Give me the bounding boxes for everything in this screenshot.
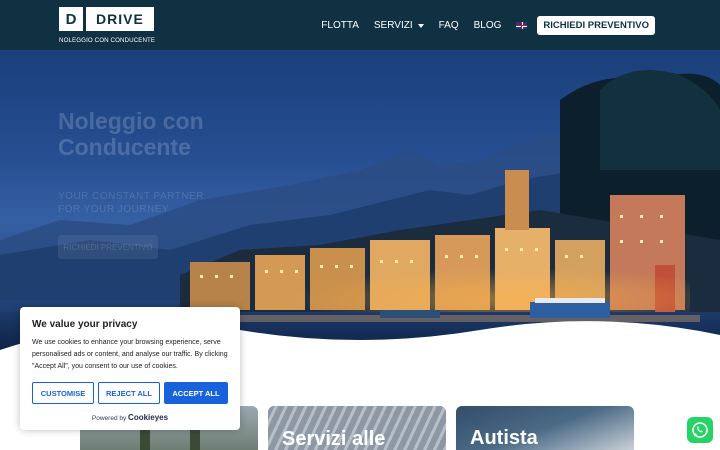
uk-flag-icon[interactable]	[516, 22, 528, 29]
customise-button[interactable]: CUSTOMISE	[32, 382, 94, 404]
cookieyes-logo: Cookieyes	[128, 413, 169, 422]
service-card-3-title: Autista	[470, 427, 538, 449]
reject-all-button[interactable]: REJECT ALL	[98, 382, 160, 404]
main-nav: FLOTTA SERVIZI FAQ BLOG RICHIEDI PREVENT…	[306, 16, 655, 35]
whatsapp-button[interactable]	[687, 417, 713, 443]
cookie-description: We use cookies to enhance your browsing …	[32, 339, 228, 370]
nav-item-flotta[interactable]: FLOTTA	[321, 20, 359, 31]
logo-letter: D	[59, 7, 83, 31]
service-card-2-title: Servizi alle	[282, 428, 386, 450]
service-card-3[interactable]: Autista	[456, 406, 634, 450]
nav-item-servizi-label: SERVIZI	[373, 20, 413, 31]
logo[interactable]: D DRIVE NOLEGGIO CON CONDUCENTE	[59, 7, 155, 44]
cookie-powered-by[interactable]: Powered by Cookieyes	[20, 413, 240, 422]
nav-item-faq[interactable]: FAQ	[439, 20, 459, 31]
whatsapp-icon	[692, 422, 708, 438]
nav-item-blog[interactable]: BLOG	[474, 20, 502, 31]
request-quote-button[interactable]: RICHIEDI PREVENTIVO	[537, 16, 655, 35]
logo-name: DRIVE	[86, 7, 154, 31]
accept-all-button[interactable]: ACCEPT ALL	[164, 382, 228, 404]
service-card-2[interactable]: Servizi alle	[268, 406, 446, 450]
cookie-consent-banner: We value your privacy We use cookies to …	[20, 307, 240, 430]
site-header: D DRIVE NOLEGGIO CON CONDUCENTE FLOTTA S…	[0, 0, 720, 50]
powered-by-label: Powered by	[91, 415, 127, 422]
nav-item-servizi[interactable]: SERVIZI	[374, 20, 424, 31]
cookie-title: We value your privacy	[32, 319, 138, 330]
hero-subtitle: YOUR CONSTANT PARTNER FOR YOUR JOURNEY	[58, 191, 204, 215]
hero-title: Noleggio con Conducente	[58, 108, 204, 160]
hero-quote-button[interactable]: RICHIEDI PREVENTIVO	[58, 235, 158, 259]
chevron-down-icon	[417, 23, 424, 28]
logo-subtitle: NOLEGGIO CON CONDUCENTE	[59, 37, 156, 44]
